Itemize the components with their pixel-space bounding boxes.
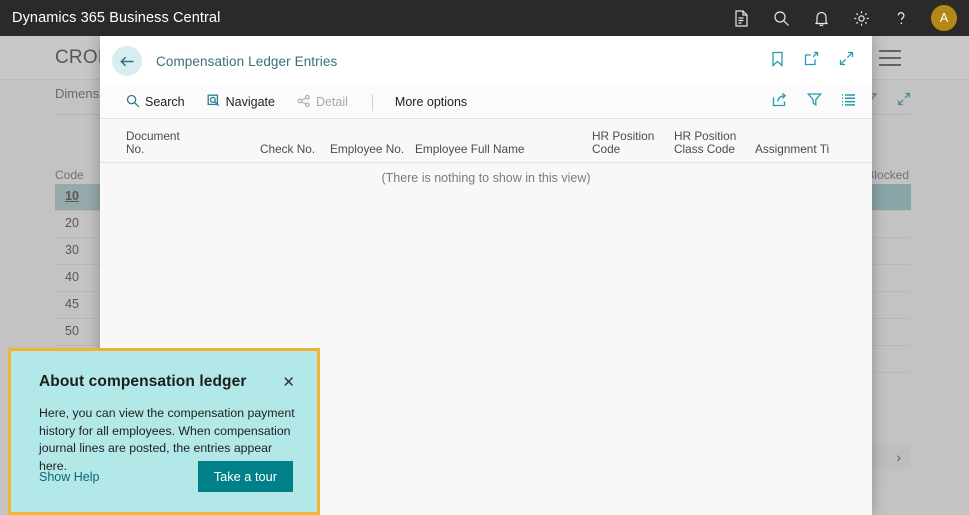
navigate-button-label: Navigate [226, 95, 275, 109]
list-view-icon[interactable] [841, 93, 856, 112]
teaching-tip-title: About compensation ledger [39, 373, 297, 391]
show-help-link[interactable]: Show Help [39, 470, 99, 484]
grid-column-header[interactable]: Assignment Ti [755, 143, 829, 156]
grid-column-headers: Document No. Check No. Employee No. Employe… [100, 119, 872, 163]
grid-column-header[interactable]: Employee No. [330, 143, 404, 156]
empty-state-message: (There is nothing to show in this view) [100, 171, 872, 185]
help-question-icon[interactable] [891, 8, 911, 28]
topbar-icon-group: A [731, 5, 969, 31]
take-a-tour-button[interactable]: Take a tour [198, 461, 293, 492]
settings-gear-icon[interactable] [851, 8, 871, 28]
search-button-label: Search [145, 95, 185, 109]
search-icon[interactable] [771, 8, 791, 28]
back-button[interactable] [112, 46, 142, 76]
app-root: Dynamics 365 Business Central [0, 0, 969, 515]
app-title: Dynamics 365 Business Central [12, 10, 220, 26]
teaching-tip: About compensation ledger ✕ Here, you ca… [8, 348, 320, 515]
grid-column-header[interactable]: Check No. [260, 143, 315, 156]
page-header: Compensation Ledger Entries [100, 36, 872, 86]
filter-funnel-icon[interactable] [807, 92, 822, 112]
navigate-button[interactable]: Navigate [207, 94, 275, 111]
toolbar-right-icons [772, 92, 856, 112]
report-icon[interactable] [731, 8, 751, 28]
close-icon[interactable]: ✕ [282, 375, 295, 390]
expand-icon[interactable] [839, 51, 854, 71]
detail-button-label: Detail [316, 95, 348, 109]
detail-button: Detail [297, 94, 348, 111]
grid-column-header[interactable]: Employee Full Name [415, 143, 525, 156]
search-button[interactable]: Search [126, 94, 185, 111]
navigate-icon [207, 94, 221, 111]
page-header-icons [771, 51, 854, 72]
open-in-new-window-icon[interactable] [804, 51, 819, 71]
toolbar-divider [372, 94, 373, 111]
share-export-icon[interactable] [772, 92, 788, 112]
grid-column-header[interactable]: HR Position Class Code [674, 130, 736, 156]
grid-column-header[interactable]: HR Position Code [592, 130, 654, 156]
grid-column-header[interactable]: Document No. [126, 130, 180, 156]
more-options-button[interactable]: More options [395, 95, 467, 109]
teaching-tip-actions: Show Help Take a tour [39, 461, 293, 492]
detail-icon [297, 94, 311, 111]
more-options-label: More options [395, 95, 467, 109]
notifications-bell-icon[interactable] [811, 8, 831, 28]
user-avatar[interactable]: A [931, 5, 957, 31]
page-toolbar: Search Navigate Detail More options [100, 86, 872, 119]
bookmark-icon[interactable] [771, 51, 784, 72]
app-topbar: Dynamics 365 Business Central [0, 0, 969, 36]
search-icon-toolbar [126, 94, 140, 111]
page-title: Compensation Ledger Entries [156, 54, 337, 69]
